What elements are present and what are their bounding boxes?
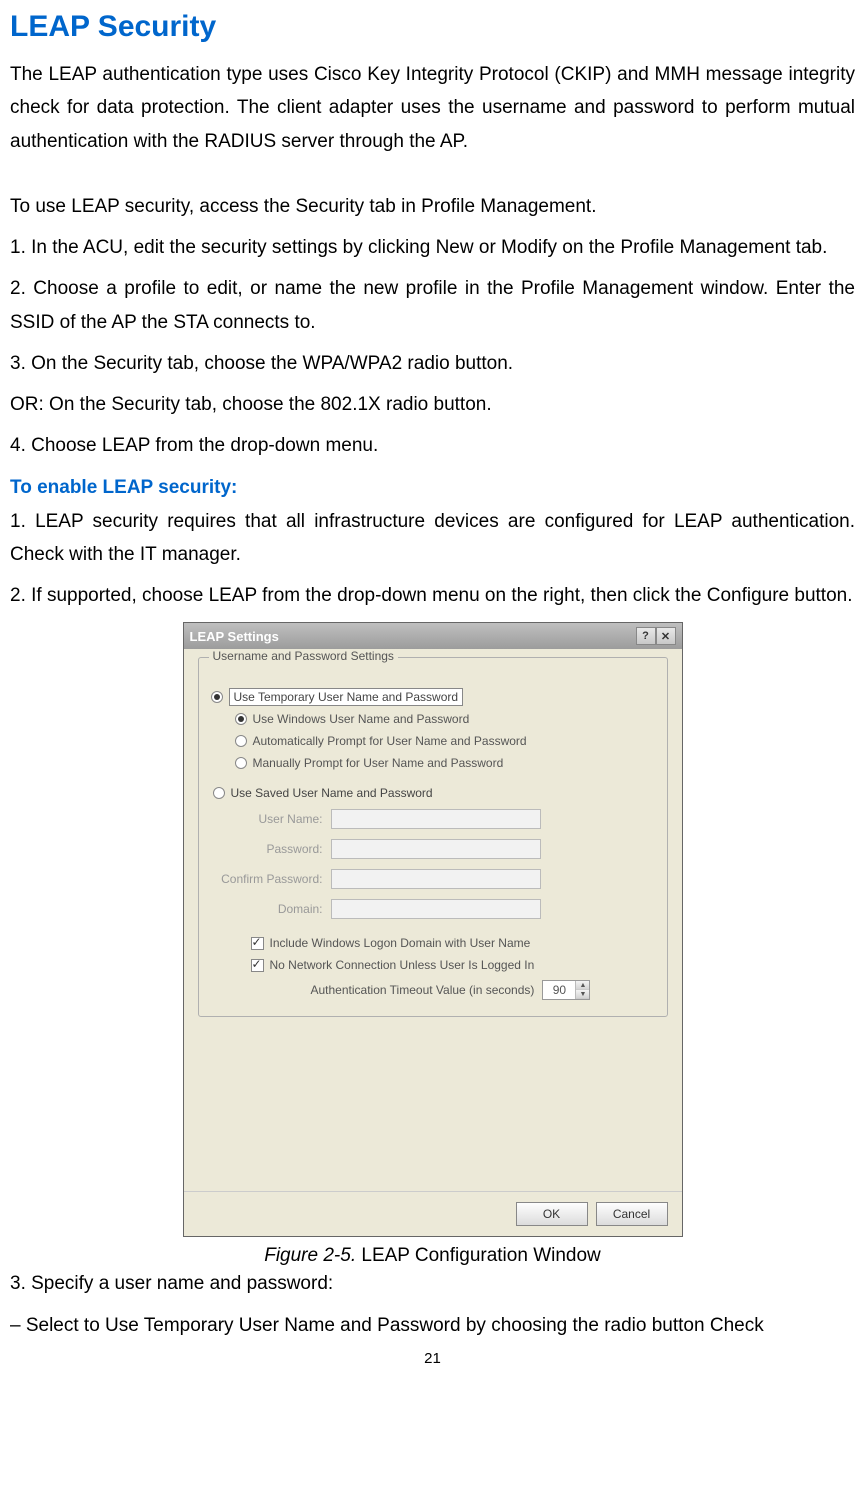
enable-step-1: 1. LEAP security requires that all infra…	[10, 505, 855, 572]
no-connection-checkbox-row[interactable]: No Network Connection Unless User Is Log…	[211, 954, 655, 976]
enable-step-2: 2. If supported, choose LEAP from the dr…	[10, 579, 855, 612]
page-title: LEAP Security	[10, 10, 855, 44]
auto-prompt-radio-row[interactable]: Automatically Prompt for User Name and P…	[211, 730, 655, 752]
figure-text: LEAP Configuration Window	[361, 1245, 600, 1266]
step-4: 4. Choose LEAP from the drop-down menu.	[10, 429, 855, 462]
domain-label: Domain:	[213, 902, 323, 916]
password-label: Password:	[213, 842, 323, 856]
auto-prompt-label: Automatically Prompt for User Name and P…	[253, 734, 527, 748]
help-icon[interactable]: ?	[636, 627, 656, 645]
include-domain-label: Include Windows Logon Domain with User N…	[270, 936, 531, 950]
no-connection-label: No Network Connection Unless User Is Log…	[270, 958, 535, 972]
use-temporary-radio-row[interactable]: Use Temporary User Name and Password	[211, 688, 655, 706]
username-password-groupbox: Username and Password Settings Use Tempo…	[198, 657, 668, 1017]
dialog-titlebar[interactable]: LEAP Settings ? ✕	[184, 623, 682, 649]
use-saved-label: Use Saved User Name and Password	[231, 786, 433, 800]
confirm-password-label: Confirm Password:	[213, 872, 323, 886]
domain-input[interactable]	[331, 899, 541, 919]
enable-heading: To enable LEAP security:	[10, 477, 855, 499]
username-label: User Name:	[213, 812, 323, 826]
close-icon[interactable]: ✕	[656, 627, 676, 645]
password-input[interactable]	[331, 839, 541, 859]
cancel-button[interactable]: Cancel	[596, 1202, 668, 1226]
figure-number: Figure 2-5.	[264, 1245, 361, 1266]
step-1: 1. In the ACU, edit the security setting…	[10, 231, 855, 264]
step-3: 3. On the Security tab, choose the WPA/W…	[10, 347, 855, 380]
radio-icon[interactable]	[235, 757, 247, 769]
ok-button[interactable]: OK	[516, 1202, 588, 1226]
intro-paragraph: The LEAP authentication type uses Cisco …	[10, 58, 855, 158]
chevron-up-icon[interactable]: ▲	[576, 981, 589, 990]
chevron-down-icon[interactable]: ▼	[576, 990, 589, 999]
timeout-label: Authentication Timeout Value (in seconds…	[311, 983, 535, 997]
step-3-or: OR: On the Security tab, choose the 802.…	[10, 388, 855, 421]
after-step-4: – Select to Use Temporary User Name and …	[10, 1309, 855, 1342]
use-windows-radio-row[interactable]: Use Windows User Name and Password	[211, 708, 655, 730]
checkbox-icon[interactable]	[251, 937, 264, 950]
username-input[interactable]	[331, 809, 541, 829]
checkbox-icon[interactable]	[251, 959, 264, 972]
after-step-3: 3. Specify a user name and password:	[10, 1267, 855, 1300]
timeout-spinner[interactable]: 90 ▲ ▼	[542, 980, 590, 1000]
figure-caption: Figure 2-5. LEAP Configuration Window	[10, 1245, 855, 1267]
timeout-value: 90	[543, 981, 575, 999]
page-number: 21	[10, 1350, 855, 1367]
leap-settings-dialog: LEAP Settings ? ✕ Username and Password …	[183, 622, 683, 1237]
groupbox-title: Username and Password Settings	[209, 649, 398, 663]
include-domain-checkbox-row[interactable]: Include Windows Logon Domain with User N…	[211, 932, 655, 954]
use-windows-label: Use Windows User Name and Password	[253, 712, 470, 726]
use-temporary-label: Use Temporary User Name and Password	[229, 688, 464, 706]
manual-prompt-label: Manually Prompt for User Name and Passwo…	[253, 756, 504, 770]
radio-icon[interactable]	[235, 713, 247, 725]
radio-icon[interactable]	[235, 735, 247, 747]
step-2: 2. Choose a profile to edit, or name the…	[10, 272, 855, 339]
radio-icon[interactable]	[213, 787, 225, 799]
radio-icon[interactable]	[211, 691, 223, 703]
dialog-title: LEAP Settings	[190, 629, 279, 644]
confirm-password-input[interactable]	[331, 869, 541, 889]
use-saved-radio-row[interactable]: Use Saved User Name and Password	[211, 782, 655, 804]
manual-prompt-radio-row[interactable]: Manually Prompt for User Name and Passwo…	[211, 752, 655, 774]
use-intro: To use LEAP security, access the Securit…	[10, 190, 855, 223]
